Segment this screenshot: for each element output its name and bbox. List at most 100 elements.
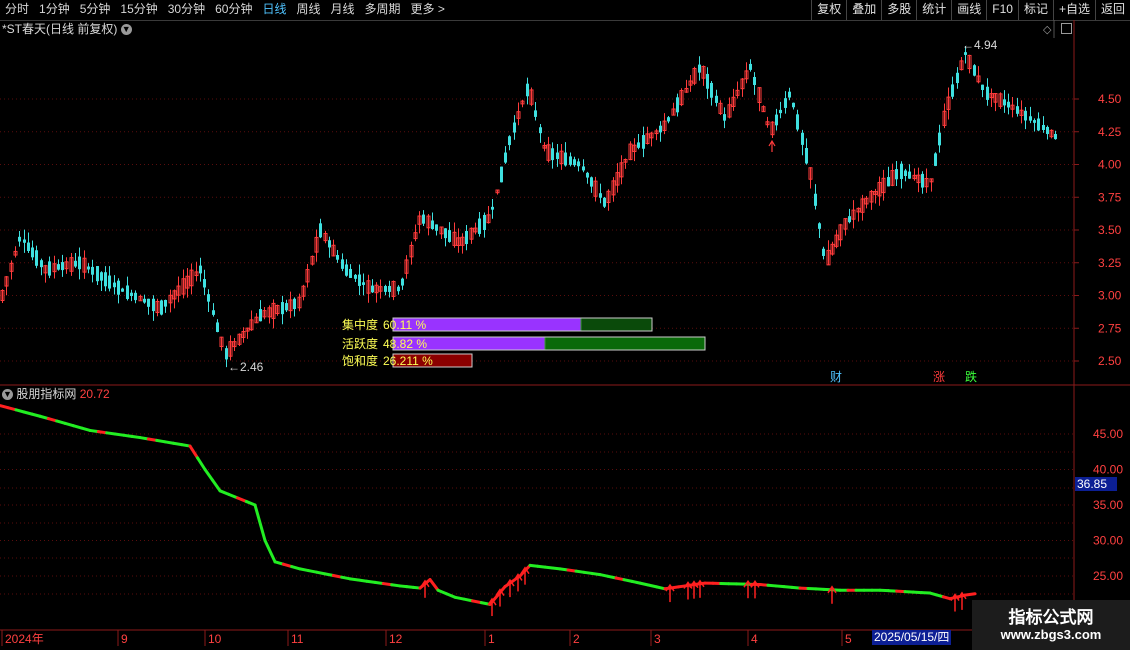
event-marker: 跌 [965, 369, 977, 384]
candle-body [448, 230, 451, 242]
date-label: 4 [751, 632, 758, 646]
candle-body [134, 292, 137, 301]
candle-body [1046, 126, 1049, 135]
candle-body [362, 282, 365, 285]
candle-body [91, 266, 94, 275]
candle-body [526, 83, 529, 97]
candle-body [130, 292, 133, 297]
candle-body [900, 163, 903, 179]
candle-body [749, 63, 752, 70]
candle-body [796, 114, 799, 130]
candle-body [753, 76, 756, 85]
candle-body [556, 152, 559, 160]
candle-body [96, 266, 99, 282]
high-price-label: ←4.94 [962, 38, 998, 52]
chip-label: 活跃度 [342, 336, 378, 351]
chip-bar-rest [580, 317, 653, 332]
candle-body [126, 285, 129, 299]
candle-body [573, 159, 576, 166]
date-label: 2 [573, 632, 580, 646]
kline-chart-canvas[interactable]: 4.50 4.25 4.00 3.75 3.50 3.25 3.00 2.75 2.50 45.0… [0, 0, 1130, 650]
date-label: 3 [654, 632, 661, 646]
price-tick-label: 3.75 [1098, 190, 1122, 204]
candle-body [586, 172, 589, 178]
candle-body [78, 256, 81, 270]
candle-body [710, 82, 713, 98]
indicator-tick-label: 45.00 [1093, 427, 1123, 441]
candle-body [285, 303, 288, 311]
chip-distribution-panel: 集中度 60.11 % 活跃度 48.82 % 饱和度 26.211 % [342, 317, 706, 368]
chip-label: 饱和度 [342, 353, 378, 368]
candle-body [117, 280, 120, 295]
price-tick-label: 4.00 [1098, 158, 1122, 172]
date-label: 2024年 [5, 632, 44, 646]
axes: 4.50 4.25 4.00 3.75 3.50 3.25 3.00 2.75 2.50 45.0… [0, 20, 1130, 646]
indicator-segment [211, 478, 222, 493]
date-label: 11 [291, 632, 304, 646]
candle-body [822, 248, 825, 256]
candle-body [281, 302, 284, 315]
candle-body [582, 166, 585, 171]
candle-body [788, 91, 791, 98]
date-label: 9 [121, 632, 128, 646]
candle-body [319, 223, 322, 238]
candle-body [397, 286, 400, 292]
candle-body [207, 294, 210, 302]
candle-body [534, 110, 537, 117]
candle-body [676, 97, 679, 113]
candle-body [500, 166, 503, 183]
candle-body [1033, 120, 1036, 123]
watermark-logo: 指标公式网 www.zbgs3.com [972, 600, 1130, 650]
candle-body [504, 152, 507, 163]
price-tick-label: 2.75 [1098, 321, 1122, 335]
candle-body [1029, 116, 1032, 121]
candle-body [23, 239, 26, 243]
low-price-label: ←2.46 [228, 360, 264, 374]
candle-body [895, 169, 898, 180]
candle-body [951, 84, 954, 97]
candle-body [35, 250, 38, 266]
candle-body [921, 173, 924, 188]
candle-body [216, 322, 219, 332]
candle-body [637, 142, 640, 148]
candle-body [667, 117, 670, 122]
chip-value: 26.211 % [383, 354, 433, 368]
indicator-segment [428, 578, 440, 592]
chip-value: 48.82 % [383, 337, 427, 351]
signal-arrows [420, 139, 967, 617]
candle-body [113, 282, 116, 288]
candle-body [706, 73, 709, 89]
candle-body [147, 298, 150, 307]
candle-body [152, 298, 155, 312]
candle-body [1037, 118, 1040, 131]
price-tick-label: 2.50 [1098, 354, 1122, 368]
candle-body [659, 125, 662, 133]
candle-body [401, 278, 404, 286]
candle-body [551, 148, 554, 161]
candle-body [18, 236, 21, 242]
indicator-segment [963, 592, 977, 597]
candle-body [577, 161, 580, 167]
event-marker: 财 [830, 370, 842, 384]
indicator-segment [203, 468, 214, 482]
candle-body [698, 64, 701, 73]
price-tick-label: 3.50 [1098, 223, 1122, 237]
candle-body [814, 193, 817, 206]
candle-body [48, 261, 51, 276]
candle-body [61, 262, 64, 271]
candle-body [225, 348, 228, 360]
candle-body [259, 309, 262, 322]
candle-body [508, 136, 511, 146]
candle-body [956, 72, 959, 84]
candle-body [792, 102, 795, 108]
candle-body [818, 223, 821, 229]
watermark-url: www.zbgs3.com [1000, 627, 1102, 642]
price-labels: ←4.94 ←2.46 财 涨 跌 [228, 38, 998, 384]
candle-body [444, 228, 447, 239]
candle-body [887, 177, 890, 187]
date-label: 10 [208, 632, 222, 646]
candle-body [513, 122, 516, 133]
indicator-tick-label: 30.00 [1093, 534, 1123, 548]
candle-body [87, 266, 90, 270]
candle-body [293, 298, 296, 310]
